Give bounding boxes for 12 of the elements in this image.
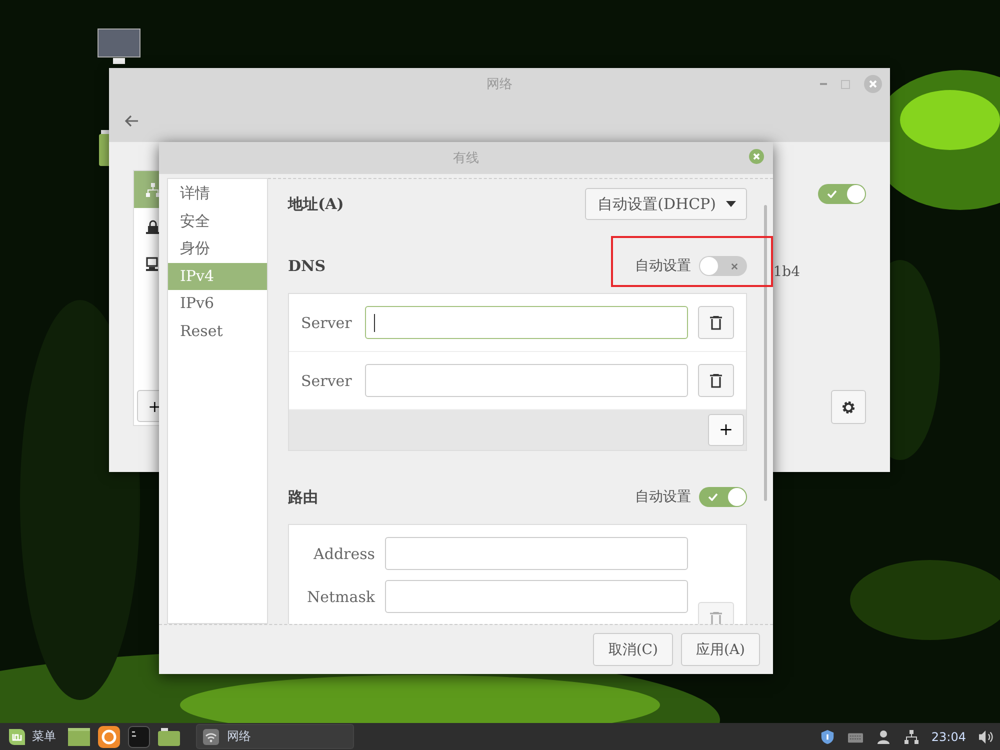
field-label: Server (301, 372, 353, 390)
section-label: DNS (288, 257, 326, 275)
auto-label: 自动设置 (635, 488, 691, 506)
section-label: 路由 (288, 488, 318, 506)
dialog-title: 有线 (453, 150, 479, 167)
section-label: 地址(A) (288, 194, 344, 214)
field-label: Netmask (306, 588, 375, 606)
window-title: 网络 (486, 76, 512, 93)
detail-text: 1b4 (773, 264, 800, 280)
field-label: Server (301, 314, 353, 332)
field-label: Address (312, 544, 375, 562)
auto-label: 自动设置 (635, 257, 691, 275)
